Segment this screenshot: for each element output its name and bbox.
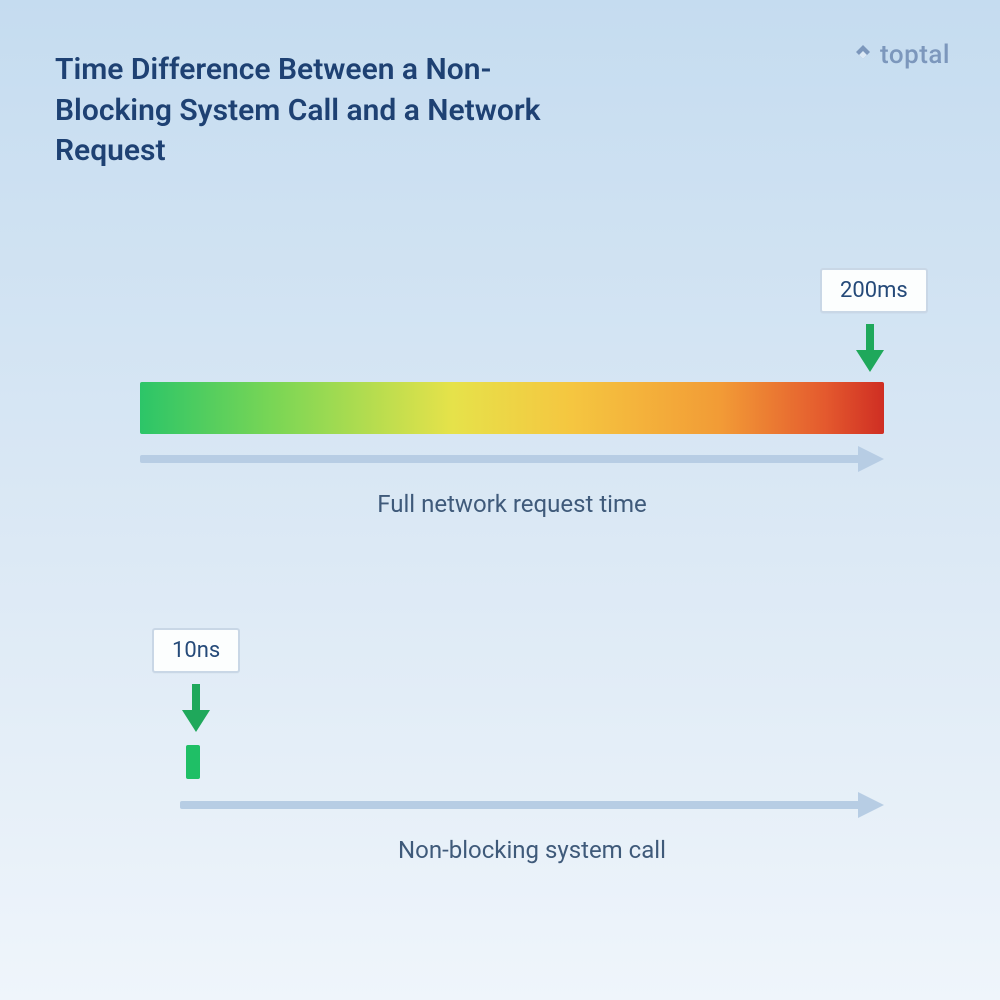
syscall-time-badge: 10ns <box>152 628 240 673</box>
network-time-badge-wrap: 200ms <box>820 268 928 313</box>
syscall-time-badge-wrap: 10ns <box>152 628 240 673</box>
syscall-timeline-arrow <box>180 800 884 810</box>
brand-logo: toptal <box>852 40 950 70</box>
diagram-title: Time Difference Between a Non-Blocking S… <box>55 50 575 172</box>
network-caption: Full network request time <box>140 490 884 518</box>
brand-name: toptal <box>880 40 950 70</box>
toptal-icon <box>852 41 874 69</box>
network-duration-bar <box>140 382 884 434</box>
arrow-down-icon <box>856 324 884 376</box>
network-time-badge: 200ms <box>820 268 928 313</box>
network-timeline-arrow <box>140 454 884 464</box>
arrow-down-icon <box>182 684 210 736</box>
syscall-duration-bar <box>186 745 200 779</box>
syscall-caption: Non-blocking system call <box>180 836 884 864</box>
